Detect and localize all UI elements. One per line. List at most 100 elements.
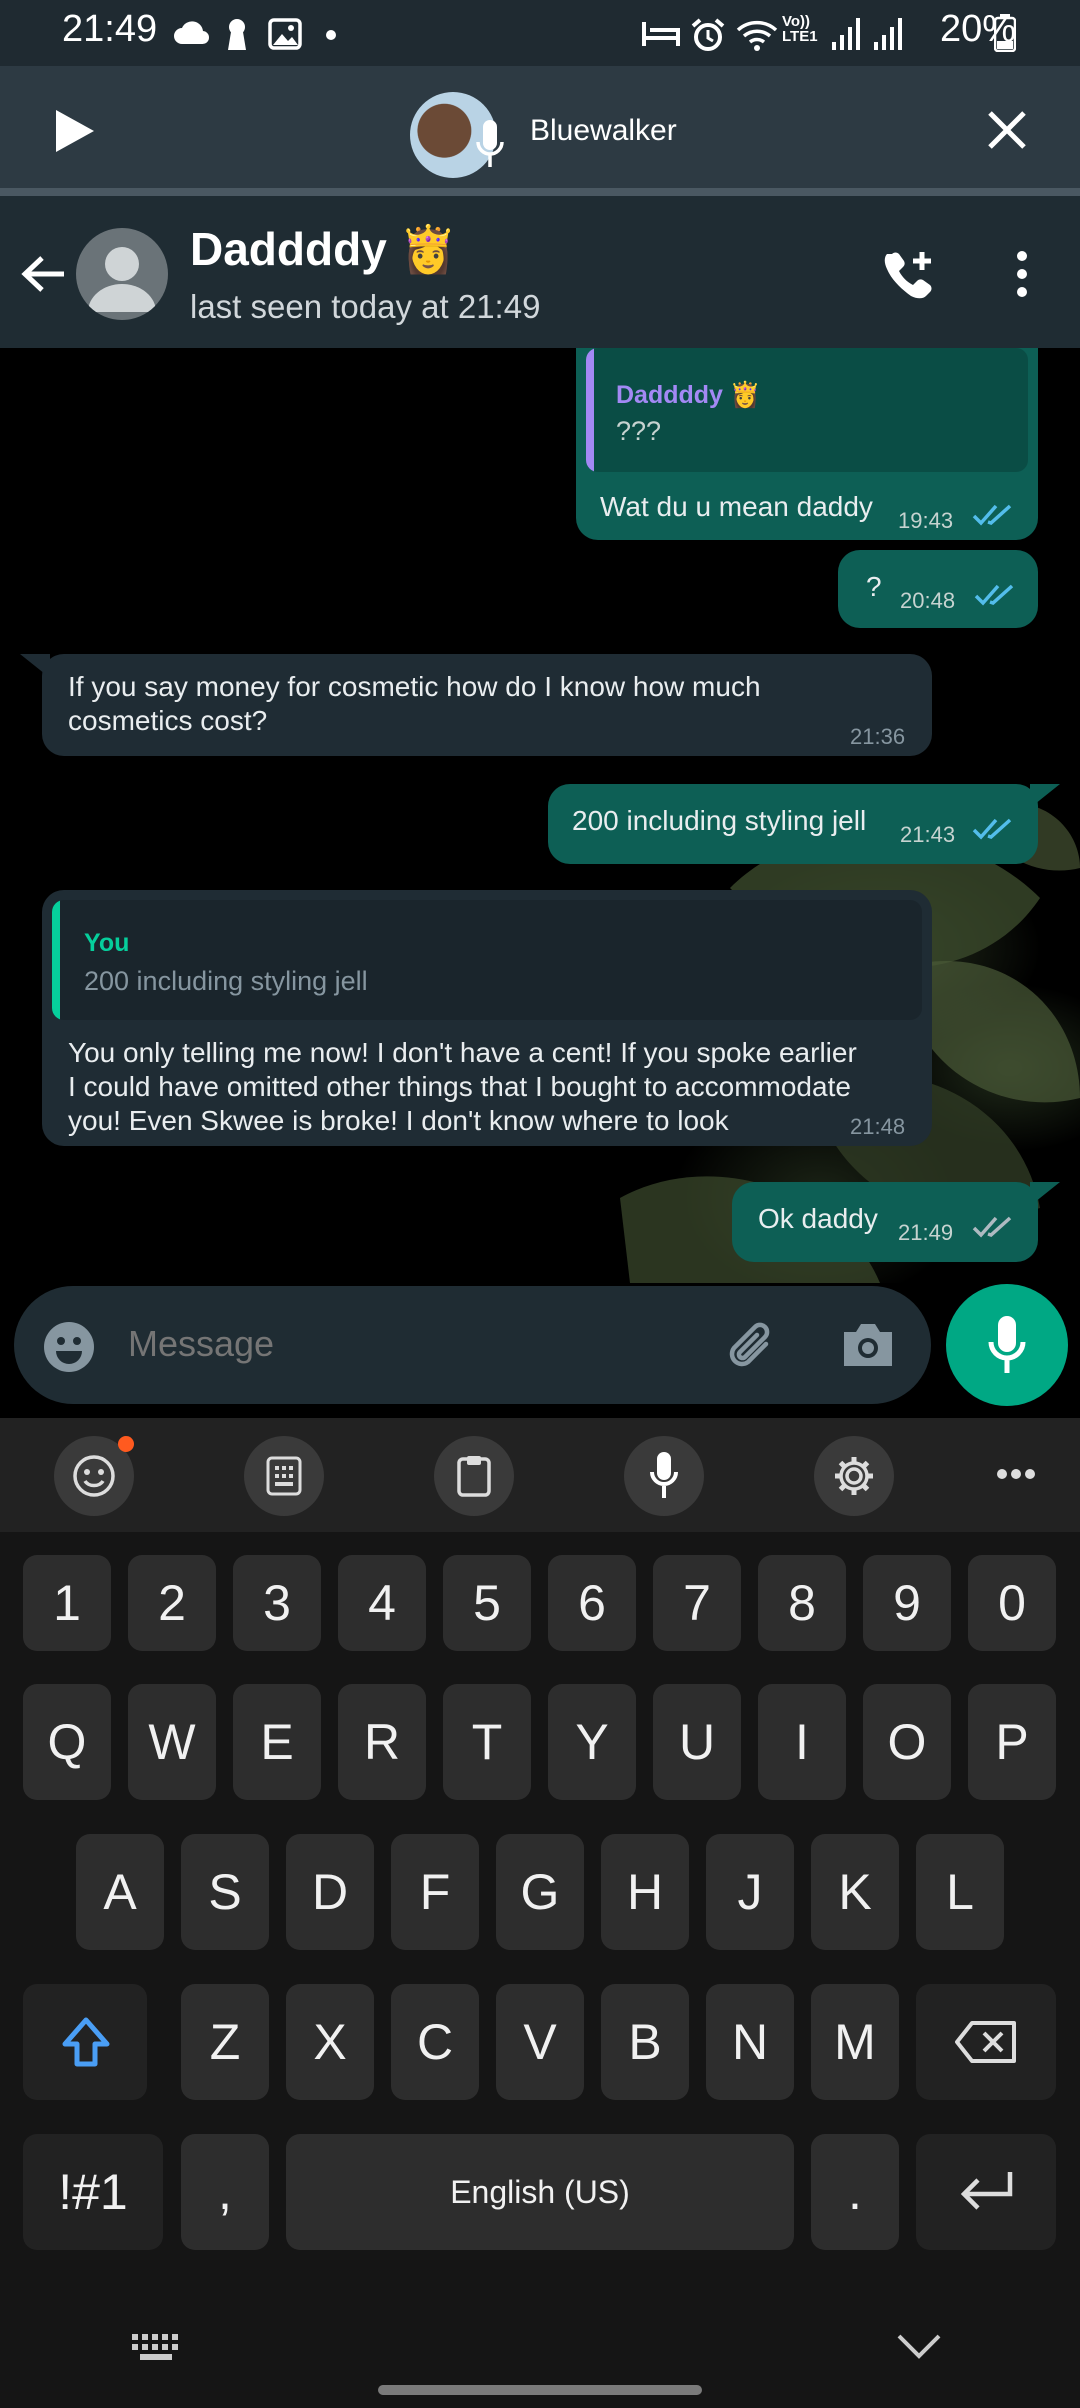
enter-key[interactable] xyxy=(916,2134,1056,2250)
contact-avatar[interactable] xyxy=(76,228,168,320)
message-text: ? xyxy=(866,571,882,602)
person-placeholder-icon xyxy=(88,247,156,312)
more-options-icon[interactable] xyxy=(1014,250,1030,298)
space-key[interactable]: English (US) xyxy=(286,2134,794,2250)
gallery-icon xyxy=(268,18,302,50)
quote-text: ??? xyxy=(616,416,662,446)
chat-messages[interactable]: Daddddy 👸 ??? Wat du u mean daddy 19:43 … xyxy=(0,348,1080,1283)
keyboard-voice-button[interactable] xyxy=(624,1436,704,1516)
key[interactable]: Y xyxy=(548,1684,636,1800)
key[interactable]: Z xyxy=(181,1984,269,2100)
key[interactable]: 4 xyxy=(338,1555,426,1651)
key[interactable]: X xyxy=(286,1984,374,2100)
message-bubble-outgoing[interactable]: Daddddy 👸 ??? Wat du u mean daddy 19:43 xyxy=(576,348,1038,540)
chevron-down-icon[interactable] xyxy=(896,2332,942,2360)
key[interactable]: A xyxy=(76,1834,164,1950)
quote-text: 200 including styling jell xyxy=(84,966,368,996)
key[interactable]: 3 xyxy=(233,1555,321,1651)
key[interactable]: N xyxy=(706,1984,794,2100)
key[interactable]: G xyxy=(496,1834,584,1950)
wifi-icon xyxy=(736,20,778,51)
keyboard-stickers-button[interactable] xyxy=(244,1436,324,1516)
quote-sender: Daddddy 👸 xyxy=(616,381,762,409)
contact-name[interactable]: Daddddy 👸 xyxy=(190,222,457,277)
signal-icon xyxy=(832,18,860,50)
keypad-icon xyxy=(266,1456,302,1496)
message-input[interactable] xyxy=(126,1322,690,1366)
key[interactable]: R xyxy=(338,1684,426,1800)
keyboard-clipboard-button[interactable] xyxy=(434,1436,514,1516)
keyboard-hide-icon[interactable] xyxy=(130,2332,184,2362)
key[interactable]: V xyxy=(496,1984,584,2100)
shift-icon xyxy=(62,2017,110,2067)
message-time: 21:43 xyxy=(900,822,956,847)
key[interactable]: O xyxy=(863,1684,951,1800)
key[interactable]: T xyxy=(443,1684,531,1800)
key[interactable]: Q xyxy=(23,1684,111,1800)
key[interactable]: K xyxy=(811,1834,899,1950)
key[interactable]: 5 xyxy=(443,1555,531,1651)
message-time: 21:36 xyxy=(850,724,906,749)
quote-bar xyxy=(586,348,594,472)
key[interactable]: F xyxy=(391,1834,479,1950)
close-icon[interactable] xyxy=(986,109,1028,151)
key[interactable]: 7 xyxy=(653,1555,741,1651)
shift-key[interactable] xyxy=(23,1984,147,2100)
message-text: Wat du u mean daddy xyxy=(600,491,873,522)
period-key[interactable]: . xyxy=(811,2134,899,2250)
dot-icon xyxy=(326,30,336,40)
message-text-line: You only telling me now! I don't have a … xyxy=(68,1037,857,1068)
key[interactable]: D xyxy=(286,1834,374,1950)
key[interactable]: W xyxy=(128,1684,216,1800)
voice-record-button[interactable] xyxy=(946,1284,1068,1406)
key[interactable]: M xyxy=(811,1984,899,2100)
camera-icon[interactable] xyxy=(840,1320,896,1370)
key[interactable]: U xyxy=(653,1684,741,1800)
quote-sender: You xyxy=(84,929,130,957)
key[interactable]: 1 xyxy=(23,1555,111,1651)
enter-icon xyxy=(960,2172,1013,2210)
bubble-tail xyxy=(20,654,50,678)
symbols-key[interactable]: !#1 xyxy=(23,2134,163,2250)
gesture-handle[interactable] xyxy=(378,2385,702,2395)
key[interactable]: S xyxy=(181,1834,269,1950)
keyboard-settings-button[interactable] xyxy=(814,1436,894,1516)
key[interactable]: B xyxy=(601,1984,689,2100)
keyhole-icon xyxy=(228,19,246,50)
key[interactable]: I xyxy=(758,1684,846,1800)
back-arrow-icon[interactable] xyxy=(20,254,66,294)
key[interactable]: J xyxy=(706,1834,794,1950)
message-text-line: I could have omitted other things that I… xyxy=(68,1071,851,1102)
attach-icon[interactable] xyxy=(722,1316,782,1376)
key[interactable]: E xyxy=(233,1684,321,1800)
play-icon[interactable] xyxy=(50,106,98,156)
message-bubble-outgoing[interactable]: ? 20:48 xyxy=(838,550,1038,628)
add-call-icon[interactable] xyxy=(884,248,936,300)
mic-small-icon xyxy=(476,120,504,167)
voice-chat-banner[interactable]: Bluewalker xyxy=(0,66,1080,190)
message-text: Ok daddy xyxy=(758,1203,878,1234)
key[interactable]: 9 xyxy=(863,1555,951,1651)
key[interactable]: P xyxy=(968,1684,1056,1800)
key[interactable]: L xyxy=(916,1834,1004,1950)
key[interactable]: H xyxy=(601,1834,689,1950)
quoted-message[interactable]: You 200 including styling jell xyxy=(52,900,922,1020)
key[interactable]: C xyxy=(391,1984,479,2100)
message-bubble-outgoing[interactable]: 200 including styling jell 21:43 xyxy=(548,784,1038,864)
alarm-icon xyxy=(691,18,725,51)
key[interactable]: 8 xyxy=(758,1555,846,1651)
more-icon[interactable] xyxy=(996,1468,1036,1480)
key[interactable]: 0 xyxy=(968,1555,1056,1651)
backspace-key[interactable] xyxy=(916,1984,1056,2100)
quoted-message[interactable]: Daddddy 👸 ??? xyxy=(586,348,1028,472)
message-text-line: If you say money for cosmetic how do I k… xyxy=(68,671,761,702)
contact-status: last seen today at 21:49 xyxy=(190,288,541,325)
signal-2-icon xyxy=(874,18,902,50)
comma-key[interactable]: , xyxy=(181,2134,269,2250)
key[interactable]: 6 xyxy=(548,1555,636,1651)
message-bubble-incoming[interactable]: If you say money for cosmetic how do I k… xyxy=(42,654,932,756)
emoji-icon[interactable] xyxy=(42,1320,96,1374)
key[interactable]: 2 xyxy=(128,1555,216,1651)
message-bubble-incoming[interactable]: You 200 including styling jell You only … xyxy=(42,890,932,1146)
message-bubble-outgoing[interactable]: Ok daddy 21:49 xyxy=(732,1182,1038,1262)
